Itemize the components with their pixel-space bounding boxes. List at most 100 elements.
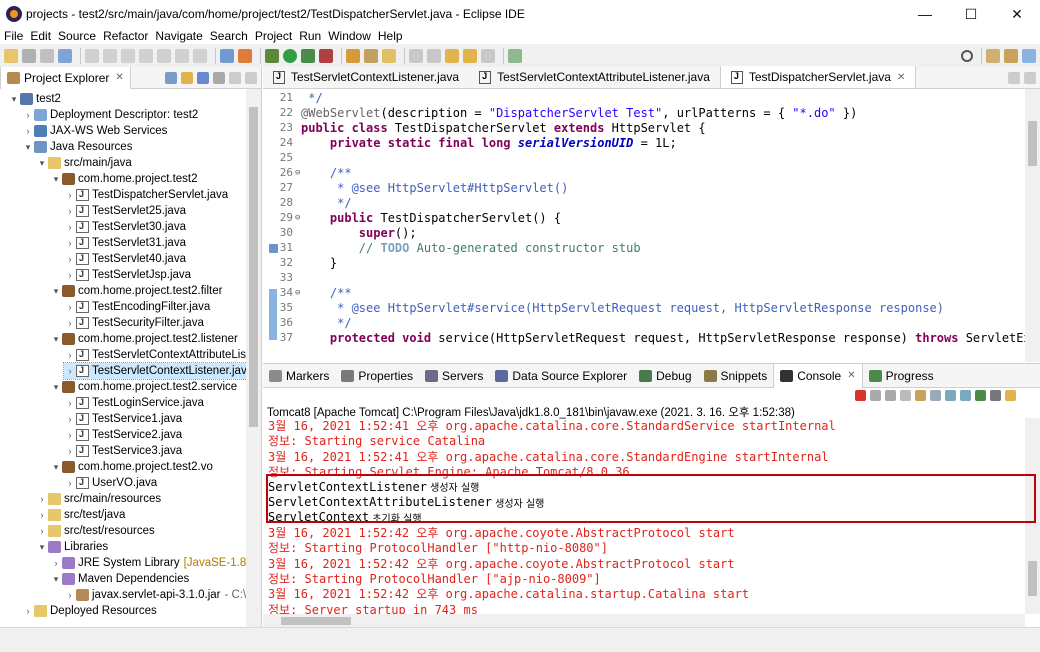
scroll-lock-icon[interactable] [915,390,926,401]
link-editor-icon[interactable] [181,71,193,84]
show-stderr-icon[interactable] [960,390,971,401]
tree-item[interactable]: › Deployment Descriptor: test2 [22,107,198,123]
tab-servers[interactable]: Servers [419,364,489,388]
expand-toggle-icon[interactable]: › [64,270,76,280]
debug-icon[interactable] [265,48,279,63]
expand-toggle-icon[interactable]: › [64,590,76,600]
tree-item[interactable]: ▾ com.home.project.test2.service [50,379,237,395]
tree-item[interactable]: › TestLoginService.java [64,395,204,411]
editor-scrollbar-thumb[interactable] [1028,121,1037,166]
skip-breakpoints-icon[interactable] [85,48,99,63]
tab-properties[interactable]: Properties [335,364,419,388]
tree-item[interactable]: ▾ test2 [8,91,61,107]
expand-toggle-icon[interactable]: › [22,606,34,616]
expand-toggle-icon[interactable]: › [64,446,76,456]
menu-help[interactable]: Help [378,29,403,43]
expand-toggle-icon[interactable]: › [64,318,76,328]
view-menu-icon[interactable] [213,71,225,84]
tree-item[interactable]: ▾ com.home.project.test2 [50,171,198,187]
tree-item[interactable]: › TestService1.java [64,411,182,427]
tab-data-source-explorer[interactable]: Data Source Explorer [489,364,633,388]
tree-item[interactable]: › UserVO.java [64,475,157,491]
menu-refactor[interactable]: Refactor [103,29,148,43]
clear-console-icon[interactable] [900,390,911,401]
open-type-icon[interactable] [346,48,360,63]
forward-icon[interactable] [481,48,495,63]
terminate-icon[interactable] [855,390,866,401]
show-stdout-icon[interactable] [945,390,956,401]
menu-file[interactable]: File [4,29,23,43]
close-icon[interactable]: ✕ [847,370,855,381]
code-area[interactable]: 21 */22 @WebServlet (description = "Dispat… [263,89,1025,362]
pin-editor-icon[interactable] [508,48,522,63]
tree-item[interactable]: › TestEncodingFilter.java [64,299,210,315]
tree-item[interactable]: › TestServlet30.java [64,219,186,235]
expand-toggle-icon[interactable]: ▾ [36,542,48,553]
tree-item[interactable]: ▾ com.home.project.test2.listener [50,331,238,347]
minimize-view-icon[interactable] [229,71,241,84]
tree-item[interactable]: › TestService3.java [64,443,182,459]
tree-item[interactable]: › TestService2.java [64,427,182,443]
new-icon[interactable] [4,48,18,63]
tree-item[interactable]: › JAX-WS Web Services [22,123,167,139]
expand-toggle-icon[interactable]: ▾ [22,142,34,153]
server-icon[interactable] [220,48,234,63]
terminate-icon[interactable] [139,48,153,63]
expand-toggle-icon[interactable]: › [36,526,48,536]
tab-console[interactable]: Console ✕ [773,363,863,388]
remove-launch-icon[interactable] [870,390,881,401]
collapse-all-icon[interactable] [165,71,177,84]
expand-toggle-icon[interactable]: ▾ [50,174,62,185]
editor-scrollbar[interactable] [1025,89,1040,362]
run-icon[interactable] [283,48,297,63]
tree-item[interactable]: › TestDispatcherServlet.java [64,187,228,203]
minimize-button[interactable]: — [902,0,948,28]
external-tools-icon[interactable] [319,48,333,63]
expand-toggle-icon[interactable]: › [22,126,34,136]
menu-source[interactable]: Source [58,29,96,43]
expand-toggle-icon[interactable]: › [64,414,76,424]
console-scrollbar-thumb[interactable] [1028,561,1037,596]
display-console-icon[interactable] [990,390,1001,401]
menu-run[interactable]: Run [299,29,321,43]
tools-icon[interactable] [238,48,252,63]
minimize-editor-icon[interactable] [1008,72,1020,84]
expand-toggle-icon[interactable]: ▾ [50,334,62,345]
search-icon[interactable] [961,49,973,62]
tree-item[interactable]: ▾ Java Resources [22,139,132,155]
tree-item[interactable]: › src/test/resources [36,523,155,539]
expand-toggle-icon[interactable]: › [64,238,76,248]
step-over-icon[interactable] [175,48,189,63]
tree-scrollbar[interactable] [246,89,261,627]
menu-project[interactable]: Project [255,29,292,43]
tree-item[interactable]: ▾ com.home.project.test2.vo [50,459,213,475]
tree-item[interactable]: › TestServletContextAttributeListe [64,347,246,363]
maximize-editor-icon[interactable] [1024,72,1036,84]
step-return-icon[interactable] [193,48,207,63]
save-all-icon[interactable] [40,48,54,63]
expand-toggle-icon[interactable]: › [50,558,62,568]
menu-edit[interactable]: Edit [30,29,51,43]
tree-item[interactable]: › TestServlet25.java [64,203,186,219]
word-wrap-icon[interactable] [930,390,941,401]
open-console-icon[interactable] [1005,390,1016,401]
maximize-button[interactable]: ☐ [948,0,994,28]
console-hscrollbar[interactable] [263,614,1025,628]
coverage-icon[interactable] [301,48,315,63]
tree-item[interactable]: › src/test/java [36,507,125,523]
pin-console-icon[interactable] [975,390,986,401]
expand-toggle-icon[interactable]: ▾ [50,574,62,585]
tree-item[interactable]: › TestServletContextListener.java [62,362,246,380]
tree-item[interactable]: › src/main/resources [36,491,161,507]
resume-icon[interactable] [103,48,117,63]
expand-toggle-icon[interactable]: ▾ [50,462,62,473]
expand-toggle-icon[interactable]: › [64,398,76,408]
close-button[interactable]: ✕ [994,0,1040,28]
print-icon[interactable] [58,48,72,63]
tab-progress[interactable]: Progress [863,364,940,388]
save-icon[interactable] [22,48,36,63]
tab-markers[interactable]: Markers [263,364,335,388]
expand-toggle-icon[interactable]: › [36,510,48,520]
expand-toggle-icon[interactable]: › [64,302,76,312]
expand-toggle-icon[interactable]: ▾ [36,158,48,169]
